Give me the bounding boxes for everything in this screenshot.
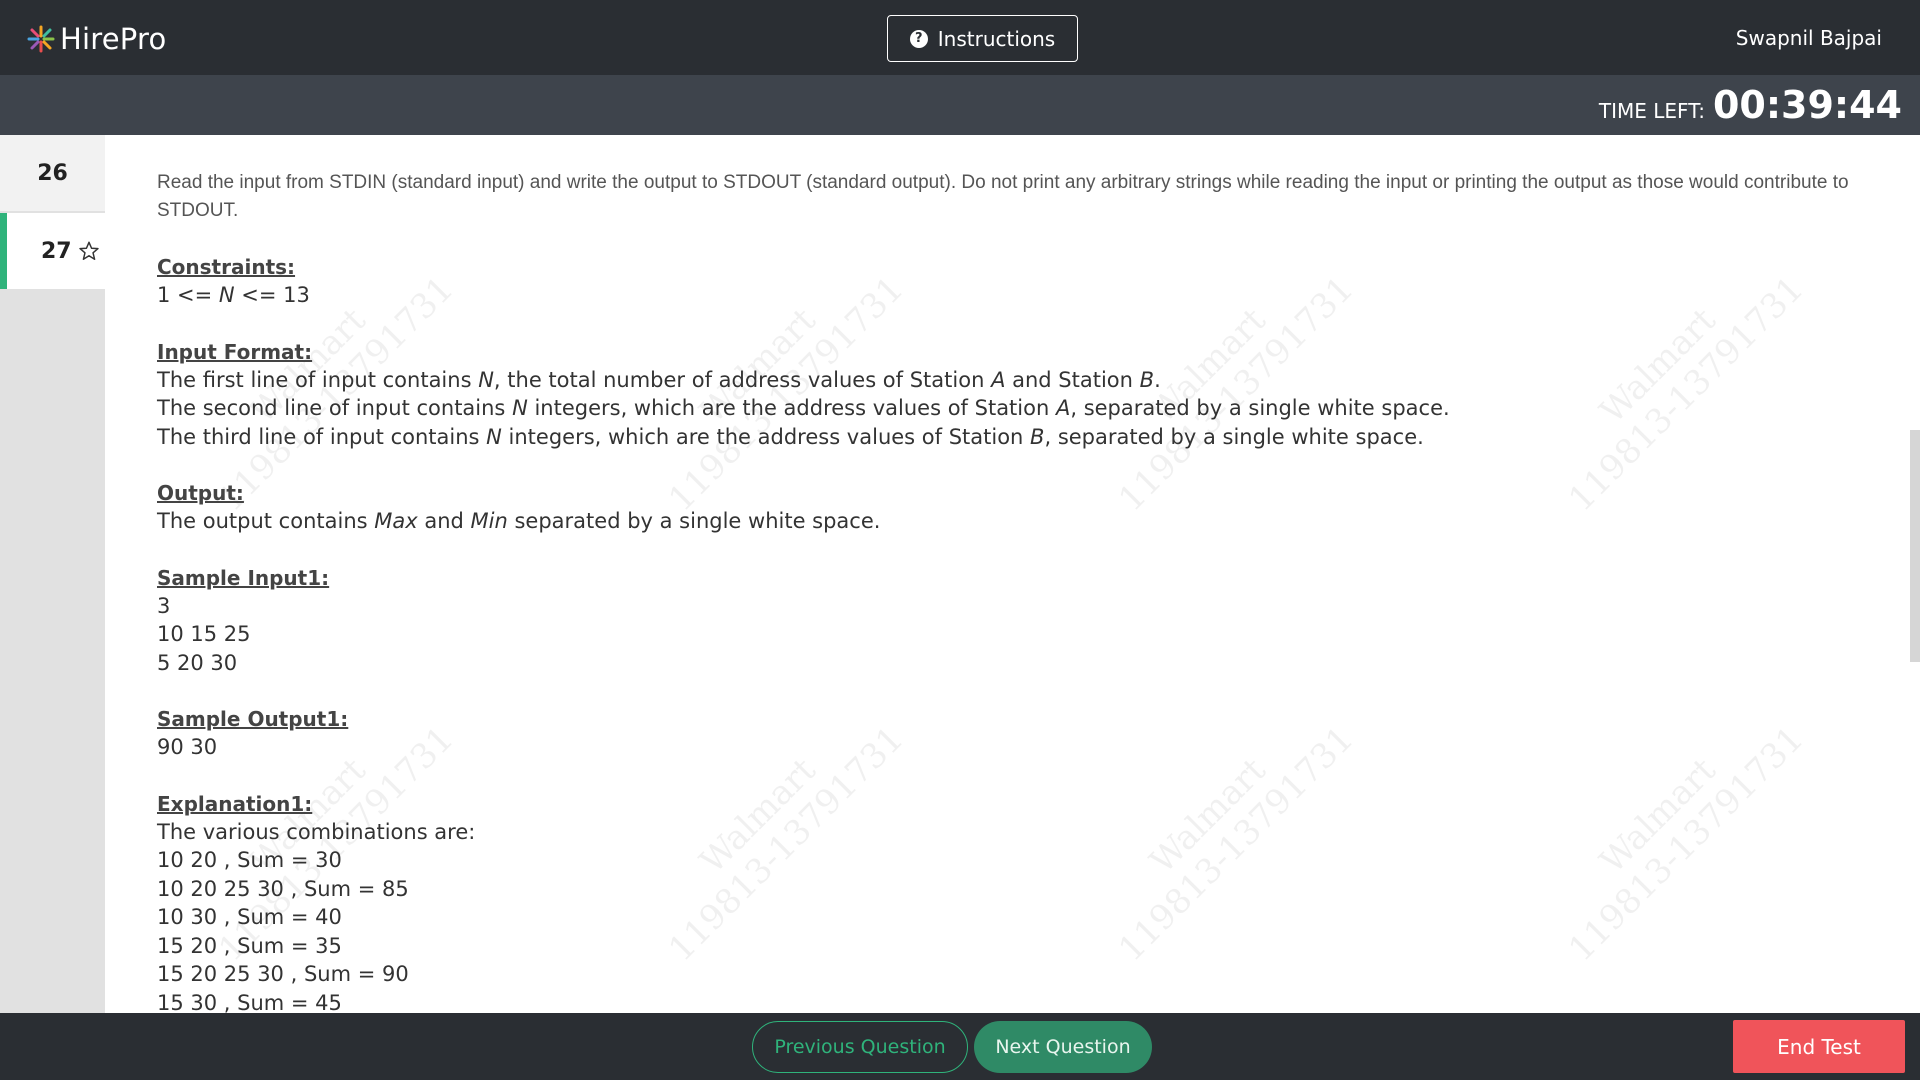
question-number: 26: [37, 160, 68, 186]
top-header: HirePro ? Instructions Swapnil Bajpai: [0, 0, 1920, 75]
bottom-bar: Previous Question Next Question End Test: [0, 1013, 1920, 1080]
output-title: Output:: [157, 481, 244, 505]
timer-label: TIME LEFT:: [1598, 99, 1705, 123]
timer: TIME LEFT: 00:39:44: [1599, 83, 1902, 127]
sample-input-line: 10 15 25: [157, 622, 251, 646]
star-outline-icon[interactable]: [78, 240, 100, 262]
logo-text: HirePro: [60, 22, 167, 56]
explanation-line: The various combinations are:: [157, 819, 476, 844]
previous-question-button[interactable]: Previous Question: [752, 1021, 968, 1073]
input-format-line: The first line of input contains N, the …: [157, 367, 1161, 392]
constraints-title: Constraints:: [157, 255, 296, 279]
constraints-text: 1 <= N <= 13: [157, 283, 310, 307]
question-number: 27: [41, 238, 72, 264]
sample-input-line: 3: [157, 593, 171, 618]
sample-input-title: Sample Input1:: [157, 565, 330, 590]
next-question-button[interactable]: Next Question: [974, 1021, 1152, 1073]
sample-output-text: 90 30: [157, 735, 218, 759]
input-format-title: Input Format:: [157, 339, 313, 364]
timer-bar: TIME LEFT: 00:39:44: [0, 75, 1920, 135]
question-circle-icon: ?: [909, 29, 928, 48]
instructions-label: Instructions: [937, 26, 1056, 51]
question-content: Walmart 119813-13791731 Walmart 119813-137…: [105, 135, 1920, 1013]
explanation-title: Explanation1:: [157, 791, 313, 816]
timer-value: 00:39:44: [1712, 83, 1902, 127]
question-body: Read the input from STDIN (standard inpu…: [157, 169, 1917, 1013]
question-nav-27[interactable]: 27: [0, 213, 105, 289]
explanation-line: 15 20 , Sum = 35: [157, 933, 342, 958]
input-format-line: The third line of input contains N integ…: [157, 424, 1424, 449]
output-text: The output contains Max and Min separate…: [157, 509, 881, 533]
explanation-line: 15 30 , Sum = 45: [157, 990, 342, 1014]
question-sidebar: 26 27: [0, 135, 105, 1013]
explanation-line: 15 20 25 30 , Sum = 90: [157, 962, 409, 986]
input-format-line: The second line of input contains N inte…: [157, 396, 1450, 420]
question-intro: Read the input from STDIN (standard inpu…: [157, 172, 1849, 221]
scrollbar[interactable]: [1910, 430, 1920, 662]
sample-input-line: 5 20 30: [157, 650, 238, 675]
explanation-line: 10 20 , Sum = 30: [157, 848, 342, 872]
explanation-line: 10 20 25 30 , Sum = 85: [157, 876, 409, 901]
username: Swapnil Bajpai: [1735, 26, 1882, 50]
hirepro-logo: HirePro: [26, 22, 166, 56]
instructions-button[interactable]: ? Instructions: [887, 15, 1078, 62]
question-nav-26[interactable]: 26: [0, 135, 105, 211]
sample-output-title: Sample Output1:: [157, 707, 349, 731]
end-test-button[interactable]: End Test: [1733, 1020, 1905, 1073]
logo-asterisk-icon: [27, 25, 55, 53]
explanation-line: 10 30 , Sum = 40: [157, 905, 342, 929]
